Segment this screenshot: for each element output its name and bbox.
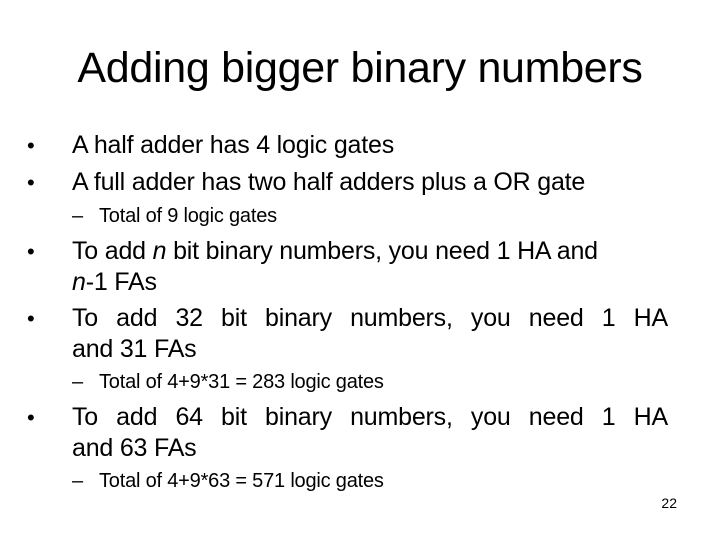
- bullet-item-64-bit: • To add 64 bit binary numbers, you need…: [27, 402, 668, 464]
- sub-item-total-9: – Total of 9 logic gates: [72, 203, 277, 229]
- bullet-line-2: n-1 FAs: [72, 267, 668, 298]
- sub-item-text: Total of 4+9*63 = 571 logic gates: [99, 470, 384, 492]
- bullet-item-n-bit: • To add n bit binary numbers, you need …: [27, 236, 668, 298]
- sub-item-total-571: – Total of 4+9*63 = 571 logic gates: [72, 468, 384, 494]
- dash-icon: –: [72, 470, 83, 492]
- slide: Adding bigger binary numbers • A half ad…: [0, 0, 720, 540]
- bullet-icon: •: [27, 170, 35, 195]
- italic-variable: n: [72, 268, 86, 296]
- bullet-line-2: and 63 FAs: [72, 434, 197, 462]
- bullet-item-32-bit: • To add 32 bit binary numbers, you need…: [27, 303, 668, 365]
- slide-number: 22: [661, 495, 677, 511]
- bullet-icon: •: [27, 405, 35, 430]
- sub-item-text: Total of 9 logic gates: [99, 205, 277, 227]
- italic-variable: n: [152, 237, 167, 265]
- text-fragment: bit binary numbers, you need 1 HA and: [166, 237, 598, 265]
- sub-item-total-283: – Total of 4+9*31 = 283 logic gates: [72, 369, 384, 395]
- bullet-icon: •: [27, 133, 35, 158]
- text-fragment: To add: [72, 237, 153, 265]
- bullet-line-1: To add n bit binary numbers, you need 1 …: [72, 236, 668, 267]
- bullet-icon: •: [27, 306, 35, 331]
- bullet-text: A half adder has 4 logic gates: [72, 131, 395, 159]
- bullet-item-full-adder: • A full adder has two half adders plus …: [27, 167, 668, 198]
- bullet-text: A full adder has two half adders plus a …: [72, 168, 586, 196]
- bullet-line-2: and 31 FAs: [72, 335, 197, 363]
- bullet-line-1: To add 32 bit binary numbers, you need 1…: [72, 304, 668, 332]
- text-fragment: -1 FAs: [85, 268, 157, 296]
- bullet-icon: •: [27, 239, 35, 264]
- slide-title: Adding bigger binary numbers: [77, 44, 643, 92]
- dash-icon: –: [72, 205, 83, 227]
- bullet-line-1: To add 64 bit binary numbers, you need 1…: [72, 403, 668, 431]
- bullet-item-half-adder: • A half adder has 4 logic gates: [27, 130, 668, 161]
- dash-icon: –: [72, 371, 83, 393]
- sub-item-text: Total of 4+9*31 = 283 logic gates: [99, 371, 384, 393]
